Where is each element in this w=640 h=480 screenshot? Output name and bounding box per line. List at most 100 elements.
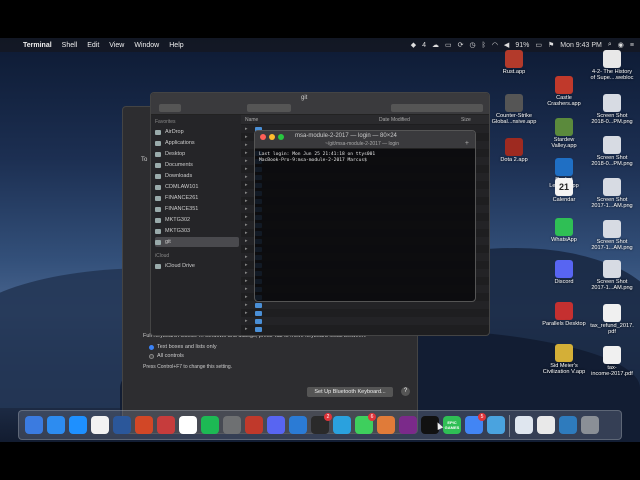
desktop-icon-item[interactable]: Screen Shot 2017-1...AM.png xyxy=(582,260,640,292)
dock-app-icon[interactable] xyxy=(559,416,577,434)
file-row[interactable]: ▸ xyxy=(241,317,489,325)
column-name[interactable]: Name xyxy=(245,117,258,123)
disclosure-triangle-icon[interactable]: ▸ xyxy=(245,326,248,332)
disclosure-triangle-icon[interactable]: ▸ xyxy=(245,222,248,228)
column-date-modified[interactable]: Date Modified xyxy=(379,117,410,123)
disclosure-triangle-icon[interactable]: ▸ xyxy=(245,310,248,316)
view-mode-buttons[interactable] xyxy=(247,104,291,112)
disclosure-triangle-icon[interactable]: ▸ xyxy=(245,126,248,132)
disclosure-triangle-icon[interactable]: ▸ xyxy=(245,286,248,292)
disclosure-triangle-icon[interactable]: ▸ xyxy=(245,238,248,244)
disclosure-triangle-icon[interactable]: ▸ xyxy=(245,134,248,140)
dock-app-icon[interactable] xyxy=(267,416,285,434)
disclosure-triangle-icon[interactable]: ▸ xyxy=(245,262,248,268)
app-menu-terminal[interactable]: Terminal xyxy=(18,42,57,49)
dock-app-icon[interactable] xyxy=(25,416,43,434)
disclosure-triangle-icon[interactable]: ▸ xyxy=(245,190,248,196)
menu-view[interactable]: View xyxy=(104,42,129,49)
sidebar-item-airdrop[interactable]: AirDrop xyxy=(155,127,239,137)
disclosure-triangle-icon[interactable]: ▸ xyxy=(245,302,248,308)
disclosure-triangle-icon[interactable]: ▸ xyxy=(245,318,248,324)
disclosure-triangle-icon[interactable]: ▸ xyxy=(245,246,248,252)
dock-app-icon[interactable] xyxy=(223,416,241,434)
dock-app-icon[interactable] xyxy=(581,416,599,434)
sidebar-item-documents[interactable]: Documents xyxy=(155,160,239,170)
disclosure-triangle-icon[interactable]: ▸ xyxy=(245,142,248,148)
dock-app-icon[interactable] xyxy=(515,416,533,434)
disclosure-triangle-icon[interactable]: ▸ xyxy=(245,166,248,172)
disclosure-triangle-icon[interactable]: ▸ xyxy=(245,294,248,300)
disclosure-triangle-icon[interactable]: ▸ xyxy=(245,214,248,220)
desktop-icon-item[interactable]: Screen Shot 2017-1...AM.png xyxy=(582,220,640,252)
disclosure-triangle-icon[interactable]: ▸ xyxy=(245,158,248,164)
sidebar-item-mktg303[interactable]: MKTG303 xyxy=(155,226,239,236)
file-row[interactable]: ▸ xyxy=(241,325,489,333)
search-icon[interactable]: ⌕ xyxy=(608,41,612,49)
dock-app-icon[interactable] xyxy=(69,416,87,434)
dock-app-icon[interactable]: 2 xyxy=(311,413,332,434)
sidebar-item-downloads[interactable]: Downloads xyxy=(155,171,239,181)
desktop-icon-item[interactable]: tax-income-2017.pdf xyxy=(582,346,640,378)
disclosure-triangle-icon[interactable]: ▸ xyxy=(245,182,248,188)
dock-app-icon[interactable] xyxy=(245,416,263,434)
close-button[interactable] xyxy=(260,134,266,140)
status-badge[interactable]: 4 xyxy=(422,42,426,49)
terminal-window[interactable]: msa-module-2-2017 — login — 80×24 ~/git/… xyxy=(254,130,476,302)
file-row[interactable]: ▸ xyxy=(241,301,489,309)
column-size[interactable]: Size xyxy=(461,117,471,123)
dock-app-icon[interactable] xyxy=(377,416,395,434)
help-button[interactable]: ? xyxy=(401,387,410,396)
dock-app-icon[interactable] xyxy=(135,416,153,434)
dock-app-icon[interactable] xyxy=(91,416,109,434)
flag-icon[interactable]: ⚑ xyxy=(548,41,554,49)
menu-shell[interactable]: Shell xyxy=(57,42,83,49)
search-field[interactable] xyxy=(391,104,483,112)
menu-help[interactable]: Help xyxy=(164,42,188,49)
disclosure-triangle-icon[interactable]: ▸ xyxy=(245,206,248,212)
sidebar-item-desktop[interactable]: Desktop xyxy=(155,149,239,159)
bluetooth-icon[interactable]: ᛒ xyxy=(482,42,486,49)
cloud-icon[interactable]: ☁ xyxy=(432,41,439,49)
back-forward-buttons[interactable] xyxy=(159,104,181,112)
disclosure-triangle-icon[interactable]: ▸ xyxy=(245,174,248,180)
terminal-tab-title[interactable]: ~/git/msa-module-2-2017 — login xyxy=(325,141,399,147)
disclosure-triangle-icon[interactable]: ▸ xyxy=(245,270,248,276)
disclosure-triangle-icon[interactable]: ▸ xyxy=(245,150,248,156)
clock[interactable]: Mon 9:43 PM xyxy=(560,42,602,49)
sidebar-item-finance261[interactable]: FINANCE261 xyxy=(155,193,239,203)
dock-app-icon[interactable]: 5 xyxy=(465,413,486,434)
dock-app-icon[interactable]: 6 xyxy=(355,413,376,434)
desktop-icon-item[interactable]: Screen Shot 2017-1...AM.png xyxy=(582,178,640,210)
menu-edit[interactable]: Edit xyxy=(82,42,104,49)
set-up-bluetooth-keyboard-button[interactable]: Set Up Bluetooth Keyboard... xyxy=(307,387,393,397)
sidebar-item-icloud-drive[interactable]: iCloud Drive xyxy=(155,261,239,271)
terminal-output[interactable]: Last login: Mon Jun 25 21:41:18 on ttys0… xyxy=(255,149,475,167)
minimize-button[interactable] xyxy=(269,134,275,140)
volume-icon[interactable]: ◀ xyxy=(504,41,509,49)
sidebar-item-applications[interactable]: Applications xyxy=(155,138,239,148)
notification-center-icon[interactable]: ≡ xyxy=(630,42,634,49)
sidebar-item-git[interactable]: git xyxy=(155,237,239,247)
disclosure-triangle-icon[interactable]: ▸ xyxy=(245,230,248,236)
battery-percent[interactable]: 91% xyxy=(515,42,529,49)
dock-app-icon[interactable] xyxy=(487,416,505,434)
zoom-button[interactable] xyxy=(278,134,284,140)
dock-app-icon[interactable] xyxy=(47,416,65,434)
dock-app-icon[interactable] xyxy=(289,416,307,434)
terminal-titlebar[interactable]: msa-module-2-2017 — login — 80×24 ~/git/… xyxy=(255,131,475,149)
dock-app-icon[interactable] xyxy=(201,416,219,434)
disclosure-triangle-icon[interactable]: ▸ xyxy=(245,254,248,260)
desktop-icon-item[interactable]: tax_refund_2017. pdf xyxy=(582,304,640,336)
disclosure-triangle-icon[interactable]: ▸ xyxy=(245,278,248,284)
file-row[interactable]: ▸ xyxy=(241,309,489,317)
disclosure-triangle-icon[interactable]: ▸ xyxy=(245,198,248,204)
dock-app-icon[interactable] xyxy=(333,416,351,434)
screen-icon[interactable]: ▭ xyxy=(445,41,452,49)
wifi-icon[interactable]: ◠ xyxy=(492,41,498,49)
sidebar-item-mktg302[interactable]: MKTG302 xyxy=(155,215,239,225)
clock-menu-icon[interactable]: ◷ xyxy=(470,41,476,49)
new-tab-icon[interactable]: + xyxy=(465,140,469,147)
dock-app-icon[interactable] xyxy=(537,416,555,434)
dock-app-icon[interactable]: EPIC GAMES xyxy=(443,416,461,434)
sidebar-item-cdmlaw101[interactable]: CDMLAW101 xyxy=(155,182,239,192)
